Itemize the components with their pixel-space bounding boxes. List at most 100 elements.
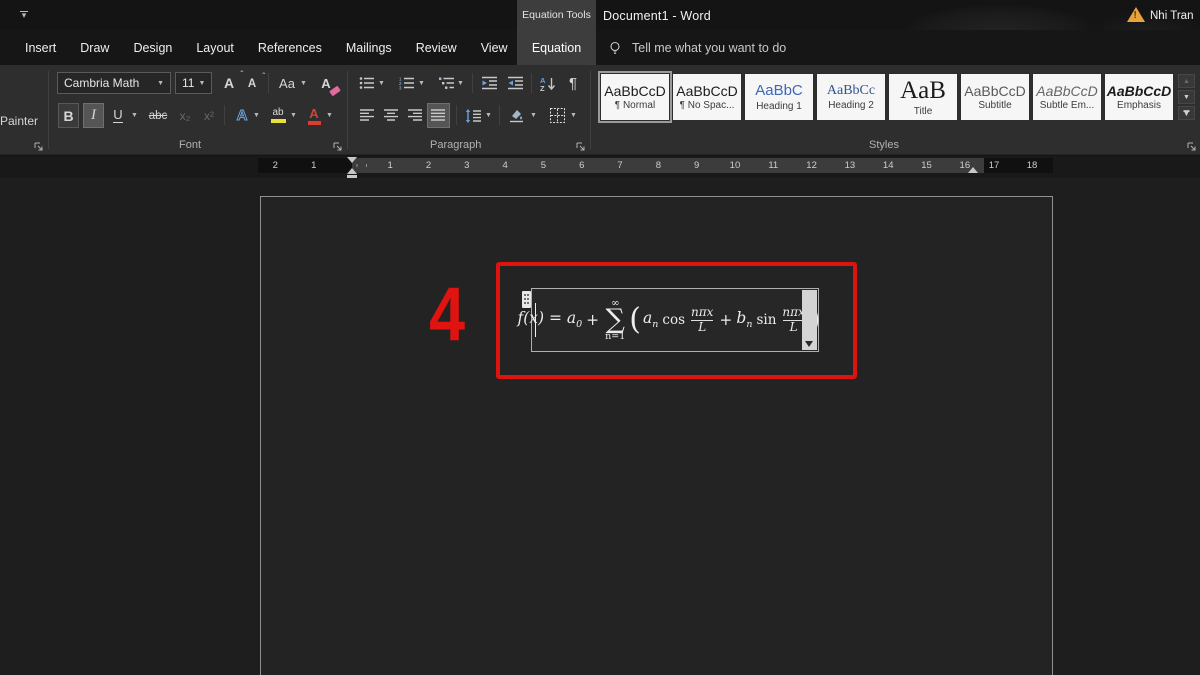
document-canvas[interactable]: 4 f(x) = a0 + ∞ ∑ n=1 ( an cos bbox=[0, 178, 1200, 675]
ruler-left-margin-numbers: 2 1 bbox=[256, 158, 333, 173]
grow-font-button[interactable]: Aˆ bbox=[218, 71, 240, 95]
style-emphasis[interactable]: AaBbCcD Emphasis bbox=[1105, 74, 1173, 120]
paragraph-dialog-launcher[interactable] bbox=[575, 141, 586, 152]
style-title[interactable]: AaB Title bbox=[889, 74, 957, 120]
font-dialog-launcher[interactable] bbox=[332, 141, 343, 152]
sort-button[interactable]: AZ bbox=[536, 71, 560, 95]
underline-button[interactable]: U bbox=[108, 103, 128, 128]
borders-button[interactable] bbox=[544, 103, 570, 128]
numbering-button[interactable]: 123 bbox=[396, 71, 418, 95]
justify-button[interactable] bbox=[427, 103, 450, 128]
styles-dialog-launcher[interactable] bbox=[1186, 141, 1197, 152]
shrink-font-button[interactable]: Aˆ bbox=[242, 73, 262, 95]
ruler-number: 18 bbox=[1013, 158, 1051, 173]
ruler-number: 2 bbox=[256, 158, 295, 173]
tab-layout[interactable]: Layout bbox=[196, 41, 234, 55]
text-effects-button[interactable]: A bbox=[230, 103, 254, 128]
font-name-combobox[interactable]: Cambria Math ▼ bbox=[57, 72, 171, 94]
separator bbox=[268, 73, 269, 93]
style-subtitle[interactable]: AaBbCcD Subtitle bbox=[961, 74, 1029, 120]
separator bbox=[499, 105, 500, 125]
right-indent-marker[interactable] bbox=[968, 167, 978, 173]
font-color-button[interactable]: A bbox=[302, 103, 326, 128]
ruler-number: 12 bbox=[792, 158, 830, 173]
document-page[interactable]: 4 f(x) = a0 + ∞ ∑ n=1 ( an cos bbox=[260, 196, 1053, 675]
font-size-combobox[interactable]: 11 ▼ bbox=[175, 72, 212, 94]
warning-icon[interactable] bbox=[1127, 7, 1145, 22]
align-center-button[interactable] bbox=[380, 103, 402, 128]
ruler-number: 3 bbox=[448, 158, 486, 173]
superscript-label: x² bbox=[204, 109, 214, 123]
chevron-down-icon: ▼ bbox=[300, 80, 307, 87]
style-preview: AaBbCcD bbox=[1107, 83, 1172, 99]
style-heading-2[interactable]: AaBbCc Heading 2 bbox=[817, 74, 885, 120]
equation-options-dropdown[interactable] bbox=[802, 290, 817, 350]
styles-scroll-down-button[interactable]: ▼ bbox=[1178, 90, 1195, 104]
annotation-number: 4 bbox=[429, 277, 465, 353]
equation-content[interactable]: f(x) = a0 + ∞ ∑ n=1 ( an cos nπx L + bbox=[538, 289, 800, 351]
svg-text:Z: Z bbox=[540, 84, 545, 91]
text-highlight-button[interactable]: ab bbox=[265, 103, 291, 128]
align-right-button[interactable] bbox=[404, 103, 426, 128]
ruler-number: 4 bbox=[486, 158, 524, 173]
first-line-indent-marker[interactable] bbox=[347, 157, 357, 163]
format-painter-button[interactable]: Painter bbox=[0, 113, 44, 129]
open-paren: ( bbox=[629, 305, 641, 335]
change-case-button[interactable]: Aa bbox=[274, 71, 300, 95]
multilevel-list-button[interactable] bbox=[436, 71, 458, 95]
styles-scroll-up-button[interactable]: ▲ bbox=[1178, 74, 1195, 88]
ruler-number: 1 bbox=[371, 158, 409, 173]
ribbon-tabs: Insert Draw Design Layout References Mai… bbox=[25, 30, 557, 65]
shading-button[interactable] bbox=[504, 103, 530, 128]
align-left-button[interactable] bbox=[356, 103, 378, 128]
horizontal-ruler[interactable]: 2 1 1 2 3 4 5 6 7 8 9 10 11 12 13 14 15 … bbox=[0, 156, 1200, 178]
style-no-spacing[interactable]: AaBbCcD ¶ No Spac... bbox=[673, 74, 741, 120]
separator bbox=[456, 105, 457, 125]
title-bar: ▾ Equation Tools Document1 - Word Nhi Tr… bbox=[0, 0, 1200, 30]
eq-fraction-1: nπx L bbox=[691, 306, 713, 335]
separator bbox=[472, 73, 473, 93]
tab-mailings[interactable]: Mailings bbox=[346, 41, 392, 55]
tell-me-label: Tell me what you want to do bbox=[632, 41, 786, 55]
styles-more-button[interactable]: ▬▼ bbox=[1178, 106, 1195, 120]
line-spacing-button[interactable] bbox=[461, 103, 485, 128]
clear-formatting-button[interactable]: A bbox=[314, 71, 338, 95]
strikethrough-label: abc bbox=[149, 110, 168, 122]
quick-access-toolbar-icon[interactable]: ▾ bbox=[18, 9, 30, 21]
bold-button[interactable]: B bbox=[58, 103, 79, 128]
tab-draw[interactable]: Draw bbox=[80, 41, 109, 55]
tab-design[interactable]: Design bbox=[133, 41, 172, 55]
show-paragraph-marks-button[interactable]: ¶ bbox=[562, 71, 584, 95]
style-subtle-emphasis[interactable]: AaBbCcD Subtle Em... bbox=[1033, 74, 1101, 120]
ribbon: Painter Cambria Math ▼ 11 ▼ Aˆ Aˆ Aa ▼ A bbox=[0, 65, 1200, 155]
strikethrough-button[interactable]: abc bbox=[144, 103, 172, 128]
pilcrow-label: ¶ bbox=[569, 75, 577, 92]
clipboard-dialog-launcher[interactable] bbox=[33, 141, 44, 152]
bold-label: B bbox=[63, 108, 73, 124]
equation-grip-handle[interactable] bbox=[522, 291, 531, 308]
style-normal[interactable]: AaBbCcD ¶ Normal bbox=[601, 74, 669, 120]
ruler-number: 15 bbox=[907, 158, 945, 173]
tab-view[interactable]: View bbox=[481, 41, 508, 55]
tab-equation[interactable]: Equation bbox=[517, 30, 596, 65]
group-separator bbox=[48, 71, 49, 149]
style-preview: AaB bbox=[900, 77, 946, 106]
font-name-value: Cambria Math bbox=[64, 76, 153, 90]
subscript-button[interactable]: x₂ bbox=[173, 103, 197, 128]
tab-insert[interactable]: Insert bbox=[25, 41, 56, 55]
equation-container[interactable]: f(x) = a0 + ∞ ∑ n=1 ( an cos nπx L + bbox=[531, 288, 819, 352]
tell-me-box[interactable]: Tell me what you want to do bbox=[608, 30, 786, 65]
tab-review[interactable]: Review bbox=[416, 41, 457, 55]
change-case-label: Aa bbox=[279, 76, 295, 91]
style-heading-1[interactable]: AaBbC Heading 1 bbox=[745, 74, 813, 120]
italic-button[interactable]: I bbox=[83, 103, 104, 128]
decrease-indent-button[interactable] bbox=[477, 71, 501, 95]
user-account-name[interactable]: Nhi Tran bbox=[1150, 10, 1193, 22]
hanging-indent-marker[interactable] bbox=[347, 168, 357, 174]
increase-indent-button[interactable] bbox=[503, 71, 527, 95]
tab-references[interactable]: References bbox=[258, 41, 322, 55]
eq-plus: + bbox=[586, 311, 599, 329]
grow-font-label: A bbox=[224, 75, 234, 91]
superscript-button[interactable]: x² bbox=[197, 103, 221, 128]
bullets-button[interactable] bbox=[356, 71, 378, 95]
